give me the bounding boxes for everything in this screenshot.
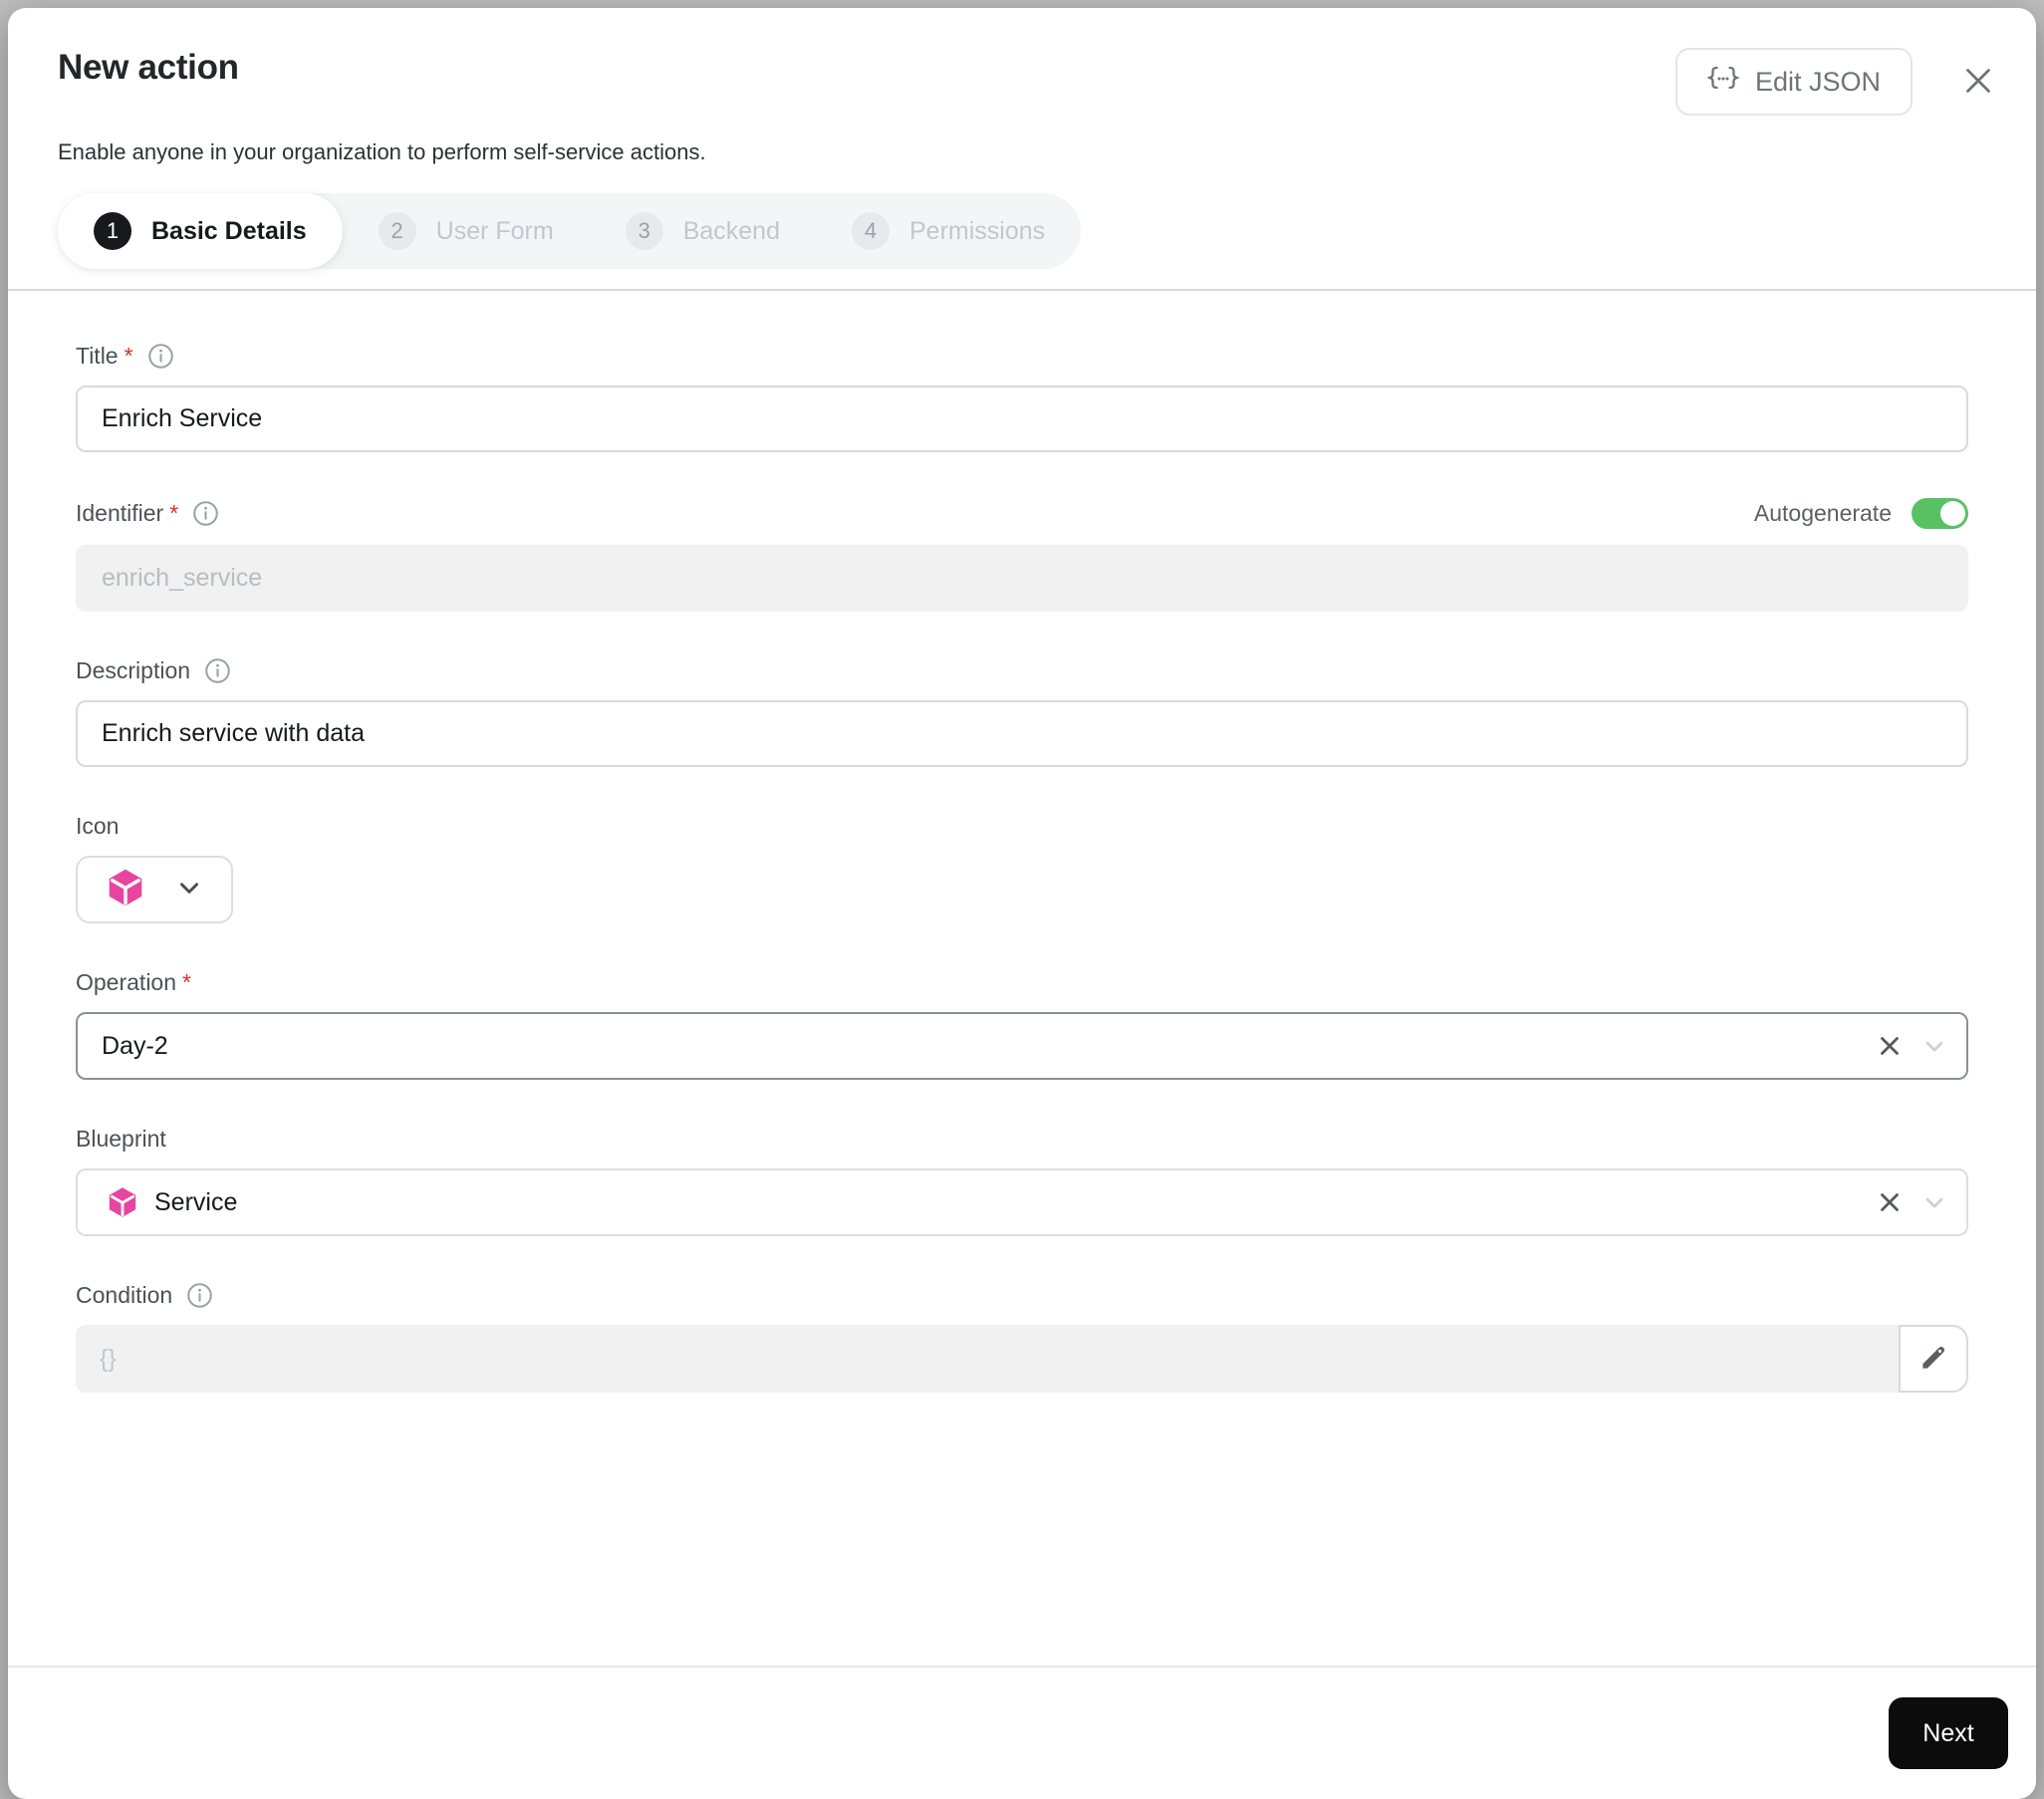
- condition-label: Condition: [76, 1282, 173, 1308]
- description-field-group: Description: [76, 657, 1968, 767]
- operation-value: Day-2: [102, 1031, 168, 1060]
- dialog-header: New action Edit JSON Enable anyone in yo…: [8, 8, 2036, 269]
- next-button[interactable]: Next: [1889, 1697, 2008, 1769]
- clear-icon[interactable]: [1875, 1031, 1905, 1061]
- title-label: Title: [76, 343, 119, 369]
- close-icon: [1960, 63, 1996, 102]
- autogenerate-toggle[interactable]: [1912, 498, 1968, 529]
- condition-input: [76, 1325, 1899, 1393]
- blueprint-select[interactable]: Service: [76, 1168, 1968, 1236]
- blueprint-value: Service: [154, 1187, 238, 1216]
- operation-select[interactable]: Day-2: [76, 1012, 1968, 1080]
- required-mark: *: [182, 969, 191, 995]
- step-label: Basic Details: [151, 216, 307, 245]
- blueprint-label: Blueprint: [76, 1126, 166, 1152]
- description-label: Description: [76, 657, 191, 683]
- cube-icon: [105, 867, 146, 913]
- edit-json-button[interactable]: Edit JSON: [1674, 48, 1913, 116]
- description-input[interactable]: [76, 700, 1968, 767]
- wizard-stepper: 1 Basic Details 2 User Form 3 Backend 4 …: [58, 193, 1082, 269]
- operation-field-group: Operation * Day-2: [76, 969, 1968, 1080]
- step-user-form[interactable]: 2 User Form: [343, 193, 590, 269]
- autogenerate-label: Autogenerate: [1753, 500, 1892, 526]
- new-action-dialog: New action Edit JSON Enable anyone in yo…: [8, 8, 2036, 1799]
- icon-label: Icon: [76, 813, 120, 839]
- icon-field-group: Icon: [76, 813, 1968, 923]
- step-label: Backend: [682, 216, 780, 245]
- clear-icon[interactable]: [1875, 1187, 1905, 1217]
- step-number: 3: [625, 212, 663, 250]
- step-label: Permissions: [909, 216, 1046, 245]
- info-icon[interactable]: [147, 343, 174, 370]
- step-backend[interactable]: 3 Backend: [590, 193, 816, 269]
- toggle-knob: [1940, 501, 1965, 526]
- basic-details-form: Title * Identifier *: [8, 291, 2036, 1666]
- icon-select[interactable]: [76, 856, 233, 923]
- close-button[interactable]: [1956, 59, 2000, 106]
- required-mark: *: [124, 343, 133, 369]
- title-input[interactable]: [76, 386, 1968, 452]
- dialog-footer: Next: [8, 1666, 2036, 1799]
- pencil-icon: [1916, 1341, 1950, 1378]
- edit-json-label: Edit JSON: [1754, 66, 1881, 97]
- edit-condition-button[interactable]: [1899, 1325, 1968, 1393]
- identifier-label: Identifier: [76, 500, 164, 526]
- required-mark: *: [169, 500, 179, 526]
- chevron-down-icon[interactable]: [1920, 1188, 1948, 1216]
- chevron-down-icon: [174, 873, 204, 907]
- step-label: User Form: [435, 216, 554, 245]
- step-number: 1: [94, 212, 131, 250]
- identifier-input: [76, 545, 1968, 612]
- dialog-subtitle: Enable anyone in your organization to pe…: [58, 139, 706, 164]
- info-icon[interactable]: [192, 500, 219, 527]
- step-permissions[interactable]: 4 Permissions: [816, 193, 1081, 269]
- title-field-group: Title *: [76, 343, 1968, 452]
- blueprint-field-group: Blueprint Service: [76, 1126, 1968, 1236]
- info-icon[interactable]: [186, 1282, 213, 1309]
- info-icon[interactable]: [204, 657, 231, 684]
- operation-label: Operation: [76, 969, 177, 995]
- condition-field-group: Condition: [76, 1282, 1968, 1393]
- cube-icon: [106, 1185, 139, 1219]
- step-number: 4: [852, 212, 890, 250]
- chevron-down-icon[interactable]: [1920, 1032, 1948, 1060]
- braces-code-icon: [1705, 66, 1740, 99]
- step-basic-details[interactable]: 1 Basic Details: [58, 193, 343, 269]
- page-title: New action: [58, 48, 239, 87]
- step-number: 2: [378, 212, 416, 250]
- identifier-field-group: Identifier * Autogenerate: [76, 498, 1968, 612]
